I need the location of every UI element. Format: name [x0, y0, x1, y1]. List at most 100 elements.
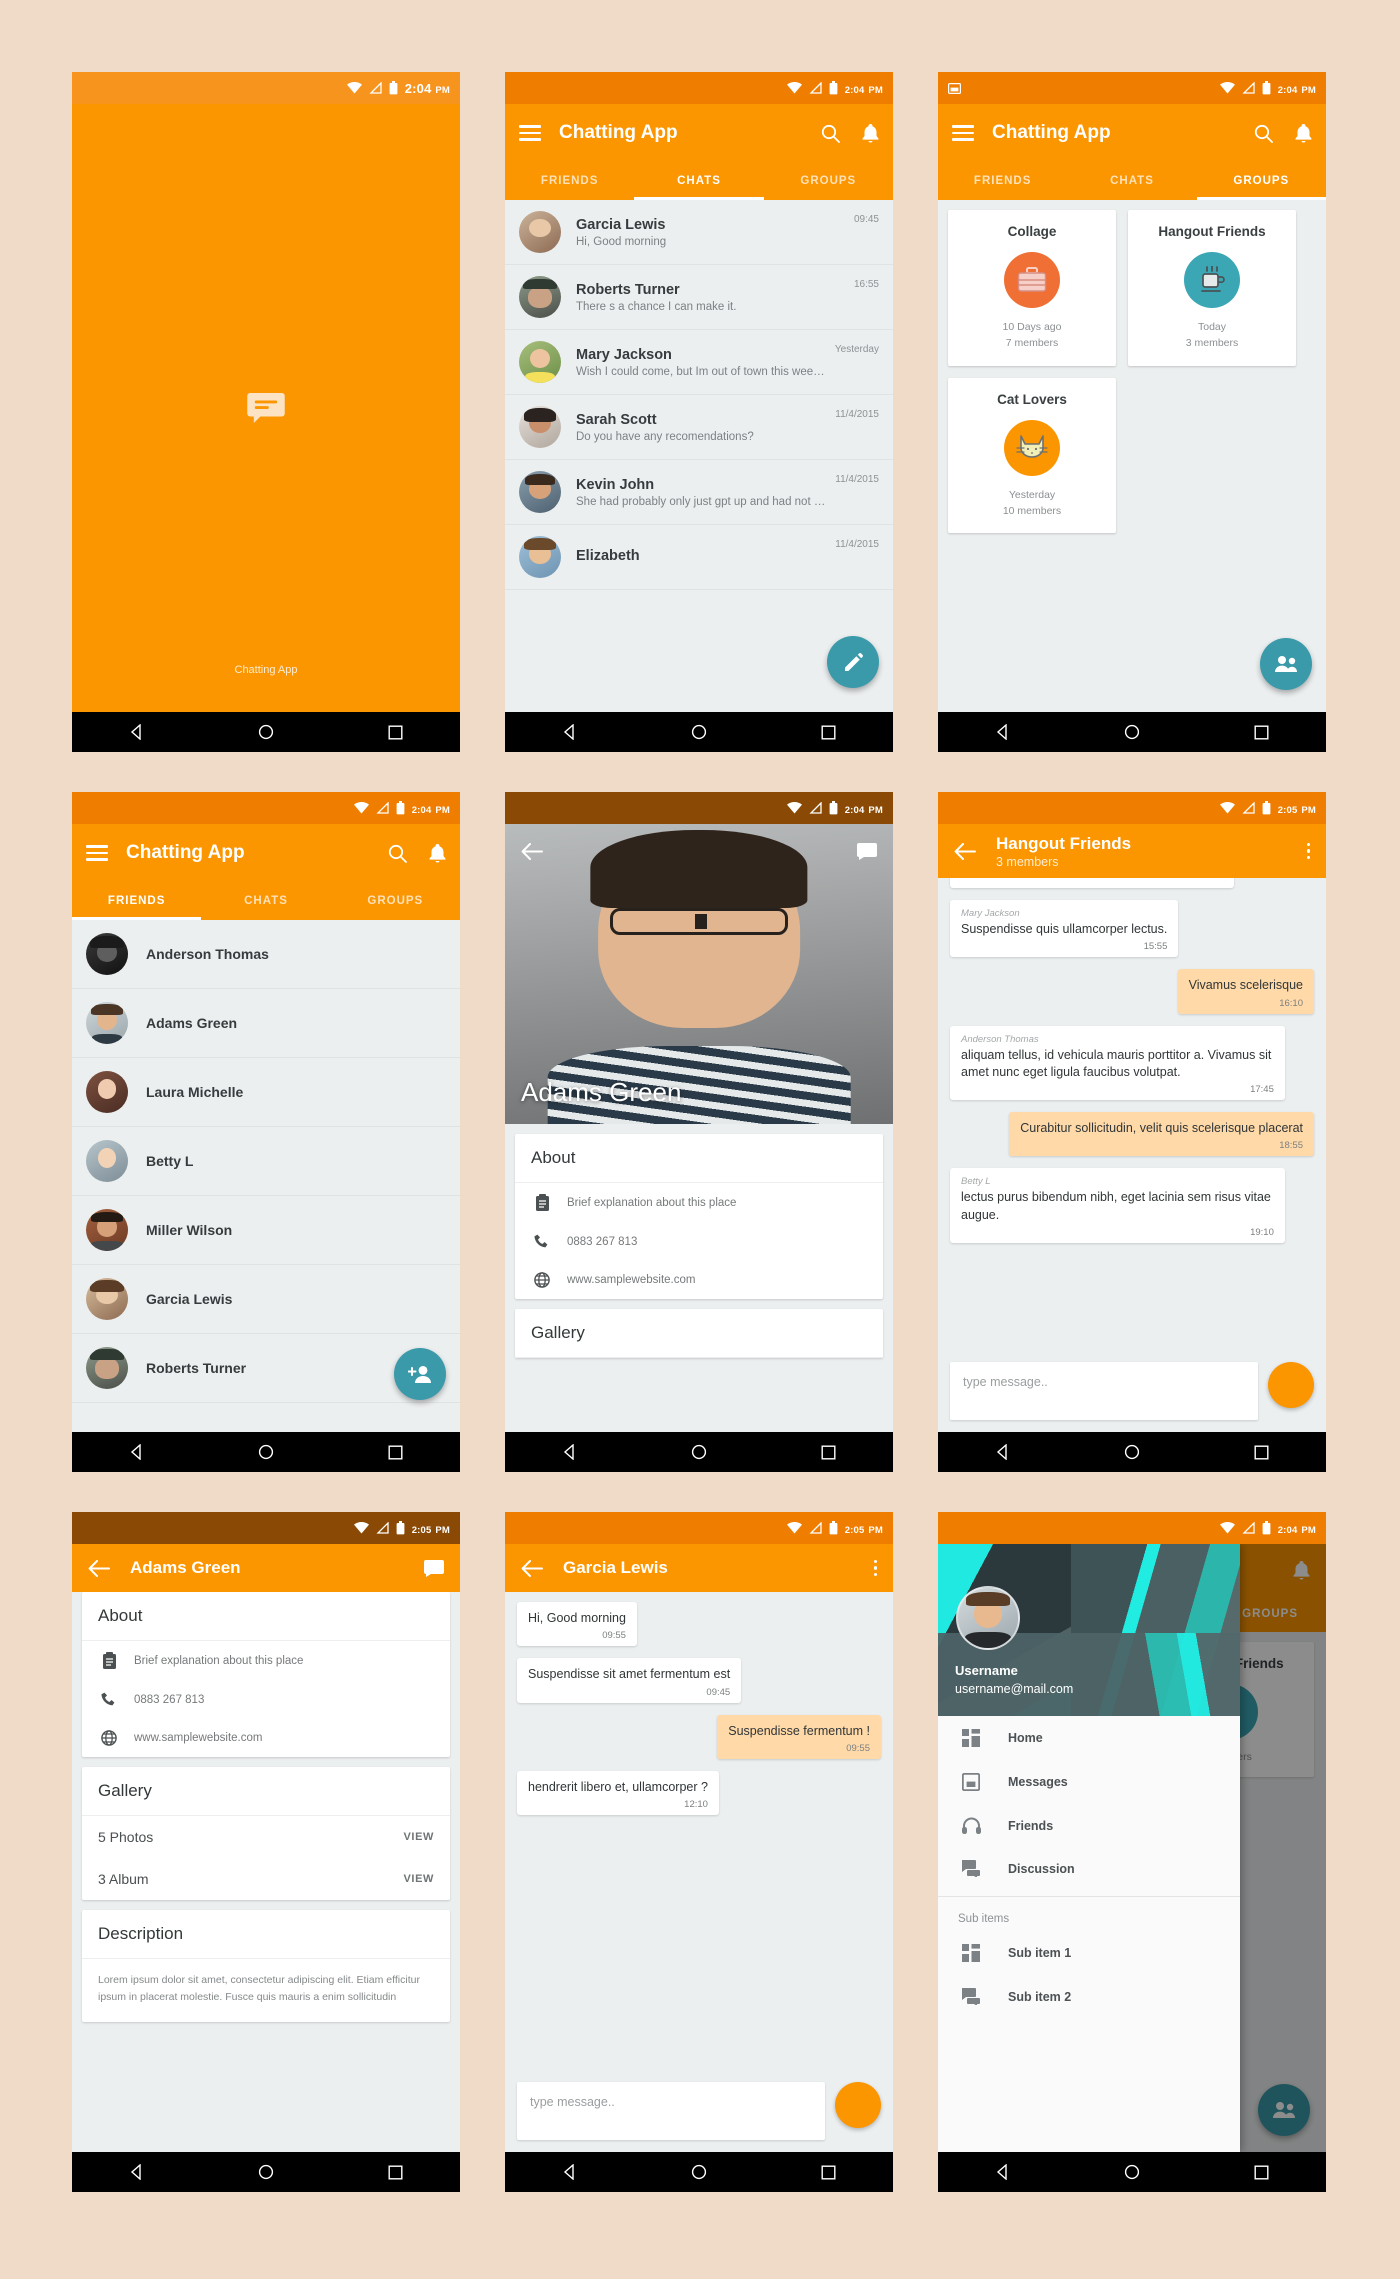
search-icon[interactable]	[1254, 124, 1273, 143]
message-input[interactable]: type message..	[517, 2082, 825, 2140]
group-chat-body[interactable]: Mary Jackson Suspendisse quis ullamcorpe…	[938, 878, 1326, 1432]
about-row[interactable]: 0883 267 813	[515, 1223, 883, 1261]
recents-square-icon[interactable]	[1254, 2165, 1269, 2180]
back-triangle-icon[interactable]	[562, 724, 578, 740]
tab-friends[interactable]: FRIENDS	[938, 162, 1067, 200]
recents-square-icon[interactable]	[388, 1445, 403, 1460]
group-card[interactable]: Hangout Friends Today 3 members	[1128, 210, 1296, 366]
home-circle-icon[interactable]	[258, 2164, 274, 2180]
message-bubble[interactable]: Betty L lectus purus bibendum nibh, eget…	[950, 1168, 1285, 1243]
back-triangle-icon[interactable]	[562, 2164, 578, 2180]
notification-bell-icon[interactable]	[1295, 123, 1312, 143]
about-row[interactable]: 0883 267 813	[82, 1681, 450, 1719]
tab-chats[interactable]: CHATS	[201, 882, 330, 920]
android-nav-bar[interactable]	[505, 1432, 893, 1472]
friends-list[interactable]: Anderson Thomas Adams Green Laura Michel…	[72, 920, 460, 1432]
gallery-view-button[interactable]: VIEW	[403, 1873, 434, 1885]
home-circle-icon[interactable]	[258, 724, 274, 740]
android-nav-bar[interactable]	[505, 712, 893, 752]
list-item[interactable]: Betty L	[72, 1127, 460, 1196]
about-row[interactable]: www.samplewebsite.com	[515, 1261, 883, 1299]
message-bubble[interactable]: Mary Jackson Suspendisse quis ullamcorpe…	[950, 900, 1179, 958]
about-row[interactable]: Brief explanation about this place	[515, 1183, 883, 1223]
table-row[interactable]: Sarah Scott Do you have any recomendation…	[505, 395, 893, 460]
android-nav-bar[interactable]	[938, 712, 1326, 752]
group-card[interactable]: Collage 10 Days ago 7 members	[948, 210, 1116, 366]
add-friend-fab[interactable]	[394, 1348, 446, 1400]
table-row[interactable]: Kevin John She had probably only just gpt…	[505, 460, 893, 525]
chat-list[interactable]: Garcia Lewis Hi, Good morning 09:45 Rober…	[505, 200, 893, 712]
drawer-screen[interactable]: GROUPS Hangout Friends members	[938, 1544, 1326, 2152]
chat-body[interactable]: Hi, Good morning 09:55 Suspendisse sit a…	[505, 1592, 893, 2152]
table-row[interactable]: Roberts Turner There s a chance I can mak…	[505, 265, 893, 330]
gallery-view-button[interactable]: VIEW	[403, 1831, 434, 1843]
home-circle-icon[interactable]	[691, 1444, 707, 1460]
send-fab[interactable]	[1268, 1362, 1314, 1408]
compose-fab[interactable]	[827, 636, 879, 688]
about-row[interactable]: Brief explanation about this place	[82, 1641, 450, 1681]
groups-grid[interactable]: Collage 10 Days ago 7 members Hangout Fr…	[938, 200, 1326, 712]
hamburger-menu-icon[interactable]	[86, 845, 108, 861]
hamburger-menu-icon[interactable]	[952, 125, 974, 141]
message-bubble[interactable]: Suspendisse fermentum ! 09:55	[717, 1714, 881, 1759]
back-triangle-icon[interactable]	[995, 724, 1011, 740]
more-vert-icon[interactable]	[873, 1559, 877, 1577]
detail-body[interactable]: About Brief explanation about this place…	[72, 1592, 460, 2152]
message-bubble[interactable]: Anderson Thomas aliquam tellus, id vehic…	[950, 1025, 1285, 1100]
more-vert-icon[interactable]	[1306, 842, 1310, 860]
list-item[interactable]: Adams Green	[72, 989, 460, 1058]
recents-square-icon[interactable]	[821, 2165, 836, 2180]
back-triangle-icon[interactable]	[129, 724, 145, 740]
back-triangle-icon[interactable]	[129, 2164, 145, 2180]
tab-groups[interactable]: GROUPS	[331, 882, 460, 920]
tab-chats[interactable]: CHATS	[1067, 162, 1196, 200]
hamburger-menu-icon[interactable]	[519, 125, 541, 141]
chat-icon[interactable]	[424, 1559, 444, 1577]
table-row[interactable]: Mary Jackson Wish I could come, but Im ou…	[505, 330, 893, 395]
message-bubble[interactable]: Curabitur sollicitudin, velit quis scele…	[1009, 1112, 1314, 1157]
arrow-back-icon[interactable]	[521, 1559, 543, 1577]
table-row[interactable]: Elizabeth 11/4/2015	[505, 525, 893, 590]
recents-square-icon[interactable]	[1254, 1445, 1269, 1460]
tab-chats[interactable]: CHATS	[634, 162, 763, 200]
back-triangle-icon[interactable]	[129, 1444, 145, 1460]
back-triangle-icon[interactable]	[562, 1444, 578, 1460]
android-nav-bar[interactable]	[72, 1432, 460, 1472]
home-circle-icon[interactable]	[258, 1444, 274, 1460]
home-circle-icon[interactable]	[691, 2164, 707, 2180]
gallery-row[interactable]: 5 Photos VIEW	[82, 1816, 450, 1858]
group-card[interactable]: Cat Lovers Yesterday 10 members	[948, 377, 1116, 534]
profile-body[interactable]: About Brief explanation about this place…	[505, 1124, 893, 1432]
drawer-item-friends[interactable]: Friends	[938, 1804, 1240, 1847]
list-item[interactable]: Miller Wilson	[72, 1196, 460, 1265]
message-bubble[interactable]: Hi, Good morning 09:55	[517, 1602, 637, 1647]
list-item[interactable]: Anderson Thomas	[72, 920, 460, 989]
tab-groups[interactable]: GROUPS	[1197, 162, 1326, 200]
notification-bell-icon[interactable]	[429, 843, 446, 863]
android-nav-bar[interactable]	[72, 2152, 460, 2192]
arrow-back-icon[interactable]	[88, 1559, 110, 1577]
tab-friends[interactable]: FRIENDS	[72, 882, 201, 920]
chat-icon[interactable]	[857, 842, 877, 860]
search-icon[interactable]	[388, 844, 407, 863]
home-circle-icon[interactable]	[1124, 2164, 1140, 2180]
arrow-back-icon[interactable]	[521, 842, 543, 860]
tab-groups[interactable]: GROUPS	[764, 162, 893, 200]
notification-bell-icon[interactable]	[862, 123, 879, 143]
android-nav-bar[interactable]	[505, 2152, 893, 2192]
list-item[interactable]: Garcia Lewis	[72, 1265, 460, 1334]
message-bubble[interactable]: Suspendisse sit amet fermentum est 09:45	[517, 1658, 742, 1703]
add-group-fab[interactable]	[1260, 638, 1312, 690]
send-fab[interactable]	[835, 2082, 881, 2128]
android-nav-bar[interactable]	[938, 2152, 1326, 2192]
recents-square-icon[interactable]	[821, 1445, 836, 1460]
recents-square-icon[interactable]	[388, 725, 403, 740]
drawer-sub-item-2[interactable]: Sub item 2	[938, 1975, 1240, 2018]
home-circle-icon[interactable]	[1124, 724, 1140, 740]
message-bubble[interactable]: Vivamus scelerisque 16:10	[1177, 969, 1314, 1014]
tab-friends[interactable]: FRIENDS	[505, 162, 634, 200]
back-triangle-icon[interactable]	[995, 2164, 1011, 2180]
message-bubble[interactable]: hendrerit libero et, ullamcorper ? 12:10	[517, 1770, 719, 1815]
avatar[interactable]	[956, 1586, 1020, 1650]
navigation-drawer[interactable]: Username username@mail.com Home Messages…	[938, 1544, 1240, 2152]
